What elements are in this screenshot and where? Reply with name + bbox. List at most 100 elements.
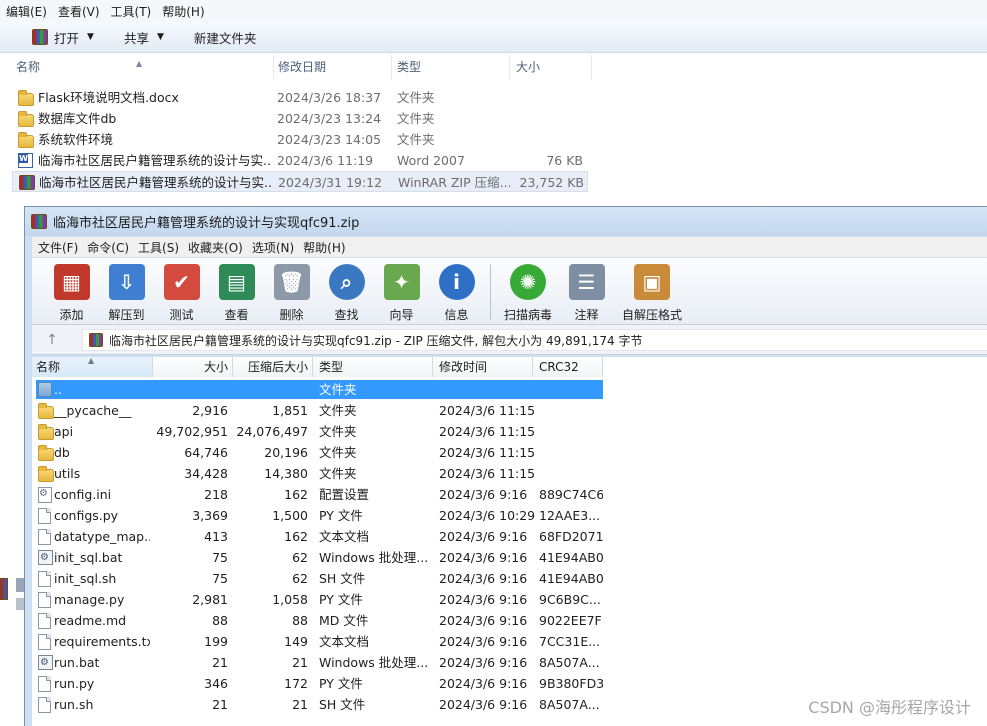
toolbar-button-view[interactable]: ▤ 查看 <box>209 258 264 324</box>
entry-size: 3,369 <box>192 508 228 523</box>
archive-row[interactable]: db 64,746 20,196 文件夹 2024/3/6 11:15 <box>32 442 987 463</box>
column-header-size[interactable]: 大小 <box>510 55 592 79</box>
column-header-crc32[interactable]: CRC32 <box>533 357 603 377</box>
column-header-size[interactable]: 大小 <box>153 357 233 377</box>
word-doc-icon <box>18 153 34 168</box>
toolbar-button-comment[interactable]: ☰ 注释 <box>559 258 614 324</box>
explorer-menu-tools[interactable]: 工具(T) <box>109 3 161 20</box>
entry-modified: 2024/3/6 9:16 <box>439 487 528 502</box>
archive-row[interactable]: run.py 346 172 PY 文件 2024/3/6 9:16 9B380FD3 <box>32 673 987 694</box>
file-row[interactable]: 数据库文件db 2024/3/23 13:24 文件夹 <box>12 108 588 129</box>
column-header-packed[interactable]: 压缩后大小 <box>233 357 313 377</box>
column-header-type[interactable]: 类型 <box>392 55 510 79</box>
archive-row[interactable]: utils 34,428 14,380 文件夹 2024/3/6 11:15 <box>32 463 987 484</box>
info-icon: i <box>438 264 475 300</box>
archive-row[interactable]: .. 文件夹 <box>32 379 987 400</box>
winrar-icon <box>89 333 103 347</box>
virus-scan-icon: ✺ <box>510 264 546 300</box>
archive-row[interactable]: configs.py 3,369 1,500 PY 文件 2024/3/6 10:29 1… <box>32 505 987 526</box>
entry-size: 64,746 <box>184 445 228 460</box>
new-folder-button[interactable]: 新建文件夹 <box>186 25 265 49</box>
entry-size: 34,428 <box>184 466 228 481</box>
toolbar-button-find[interactable]: ⌕ 查找 <box>319 258 374 324</box>
entry-name: run.bat <box>54 655 100 670</box>
up-arrow-icon[interactable]: ↑ <box>40 329 64 351</box>
entry-size: 218 <box>204 487 228 502</box>
column-header-name-label: 名称 <box>16 60 41 74</box>
entry-modified: 2024/3/6 9:16 <box>439 676 528 691</box>
entry-crc32: 8A507A... <box>539 655 600 670</box>
file-type: 文件夹 <box>397 111 435 126</box>
sort-ascending-icon: ▲ <box>88 356 95 365</box>
toolbar-button-label: 信息 <box>444 308 469 322</box>
entry-name: init_sql.bat <box>54 550 123 565</box>
entry-packed-size: 21 <box>292 697 308 712</box>
folder-icon <box>38 466 54 482</box>
address-bar: ↑ 临海市社区居民户籍管理系统的设计与实现qfc91.zip - ZIP 压缩文… <box>32 325 987 355</box>
file-row[interactable]: 系统软件环境 2024/3/23 14:05 文件夹 <box>12 129 588 150</box>
winrar-menu-commands[interactable]: 命令(C) <box>85 239 136 256</box>
column-header-modified[interactable]: 修改时间 <box>433 357 533 377</box>
file-size: 23,752 KB <box>519 175 584 190</box>
winrar-icon <box>31 214 47 229</box>
entry-modified: 2024/3/6 9:16 <box>439 592 528 607</box>
archive-row[interactable]: config.ini 218 162 配置设置 2024/3/6 9:16 889C74C… <box>32 484 987 505</box>
entry-modified: 2024/3/6 9:16 <box>439 550 528 565</box>
watermark: CSDN @海彤程序设计 <box>808 698 971 717</box>
archive-row[interactable]: init_sql.bat 75 62 Windows 批处理... 2024/3/6 9… <box>32 547 987 568</box>
file-type: WinRAR ZIP 压缩... <box>398 175 510 190</box>
entry-name: requirements.txt <box>54 634 150 649</box>
toolbar-button-add[interactable]: ▦ 添加 <box>44 258 99 324</box>
column-header-name[interactable]: ▲ 名称 <box>32 356 153 377</box>
entry-packed-size: 1,500 <box>272 508 308 523</box>
entry-name: init_sql.sh <box>54 571 117 586</box>
toolbar-button-wizard[interactable]: ✦ 向导 <box>374 258 429 324</box>
open-button[interactable]: 打开 ▼ <box>24 25 102 49</box>
config-file-icon <box>38 487 52 503</box>
archive-row[interactable]: __pycache__ 2,916 1,851 文件夹 2024/3/6 11:15 <box>32 400 987 421</box>
archive-row[interactable]: readme.md 88 88 MD 文件 2024/3/6 9:16 9022EE7F <box>32 610 987 631</box>
winrar-menu-file[interactable]: 文件(F) <box>36 239 85 256</box>
toolbar-button-info[interactable]: i 信息 <box>429 258 484 324</box>
archive-row[interactable]: run.bat 21 21 Windows 批处理... 2024/3/6 9:16 8A… <box>32 652 987 673</box>
file-row[interactable]: 临海市社区居民户籍管理系统的设计与实... 2024/3/31 19:12 WinR… <box>12 171 588 192</box>
archive-row[interactable]: datatype_map.... 413 162 文本文档 2024/3/6 9:16 6… <box>32 526 987 547</box>
toolbar-button-test[interactable]: ✔ 测试 <box>154 258 209 324</box>
archive-row[interactable]: api 49,702,951 24,076,497 文件夹 2024/3/6 11:15 <box>32 421 987 442</box>
entry-name: .. <box>54 382 62 397</box>
toolbar-button-label: 添加 <box>59 308 84 322</box>
entry-modified: 2024/3/6 9:16 <box>439 529 528 544</box>
explorer-menu-view[interactable]: 查看(V) <box>56 3 109 20</box>
file-name: 数据库文件db <box>38 111 117 126</box>
share-button[interactable]: 共享 ▼ <box>116 25 172 49</box>
column-header-name[interactable]: ▲ 名称 <box>0 55 274 79</box>
archive-path-field[interactable]: 临海市社区居民户籍管理系统的设计与实现qfc91.zip - ZIP 压缩文件,… <box>82 329 987 351</box>
column-header-type[interactable]: 类型 <box>313 357 433 377</box>
toolbar-button-extract-to[interactable]: ⇩ 解压到 <box>99 258 154 324</box>
explorer-menu-edit[interactable]: 编辑(E) <box>4 3 56 20</box>
archive-row[interactable]: init_sql.sh 75 62 SH 文件 2024/3/6 9:16 41E94AB… <box>32 568 987 589</box>
archive-row[interactable]: requirements.txt 199 149 文本文档 2024/3/6 9:16 7… <box>32 631 987 652</box>
entry-type: 文件夹 <box>319 424 357 439</box>
winrar-window: 临海市社区居民户籍管理系统的设计与实现qfc91.zip 文件(F) 命令(C)… <box>24 206 987 726</box>
column-header-date[interactable]: 修改日期 <box>274 55 392 79</box>
toolbar-button-virus-scan[interactable]: ✺ 扫描病毒 <box>497 258 559 324</box>
column-header-packed-label: 压缩后大小 <box>247 360 308 374</box>
entry-modified: 2024/3/6 9:16 <box>439 697 528 712</box>
toolbar-button-sfx[interactable]: ▣ 自解压格式 <box>614 258 690 324</box>
explorer-menu-help[interactable]: 帮助(H) <box>160 3 213 20</box>
comment-icon: ☰ <box>568 264 605 300</box>
file-row[interactable]: 临海市社区居民户籍管理系统的设计与实... 2024/3/6 11:19 Word … <box>12 150 588 171</box>
entry-crc32: 41E94AB0 <box>539 550 603 565</box>
winrar-menu-help[interactable]: 帮助(H) <box>301 239 352 256</box>
file-row[interactable]: Flask环境说明文档.docx 2024/3/26 18:37 文件夹 <box>12 87 588 108</box>
file-name: 临海市社区居民户籍管理系统的设计与实... <box>38 153 272 168</box>
winrar-menu-tools[interactable]: 工具(S) <box>136 239 186 256</box>
winrar-title-bar[interactable]: 临海市社区居民户籍管理系统的设计与实现qfc91.zip <box>25 207 987 236</box>
winrar-menu-options[interactable]: 选项(N) <box>250 239 301 256</box>
explorer-column-headers: ▲ 名称 修改日期 类型 大小 <box>0 55 987 79</box>
toolbar-button-delete[interactable]: 🗑 删除 <box>264 258 319 324</box>
entry-crc32: 9B380FD3 <box>539 676 603 691</box>
winrar-menu-favorites[interactable]: 收藏夹(O) <box>186 239 250 256</box>
archive-row[interactable]: manage.py 2,981 1,058 PY 文件 2024/3/6 9:16 9C6… <box>32 589 987 610</box>
